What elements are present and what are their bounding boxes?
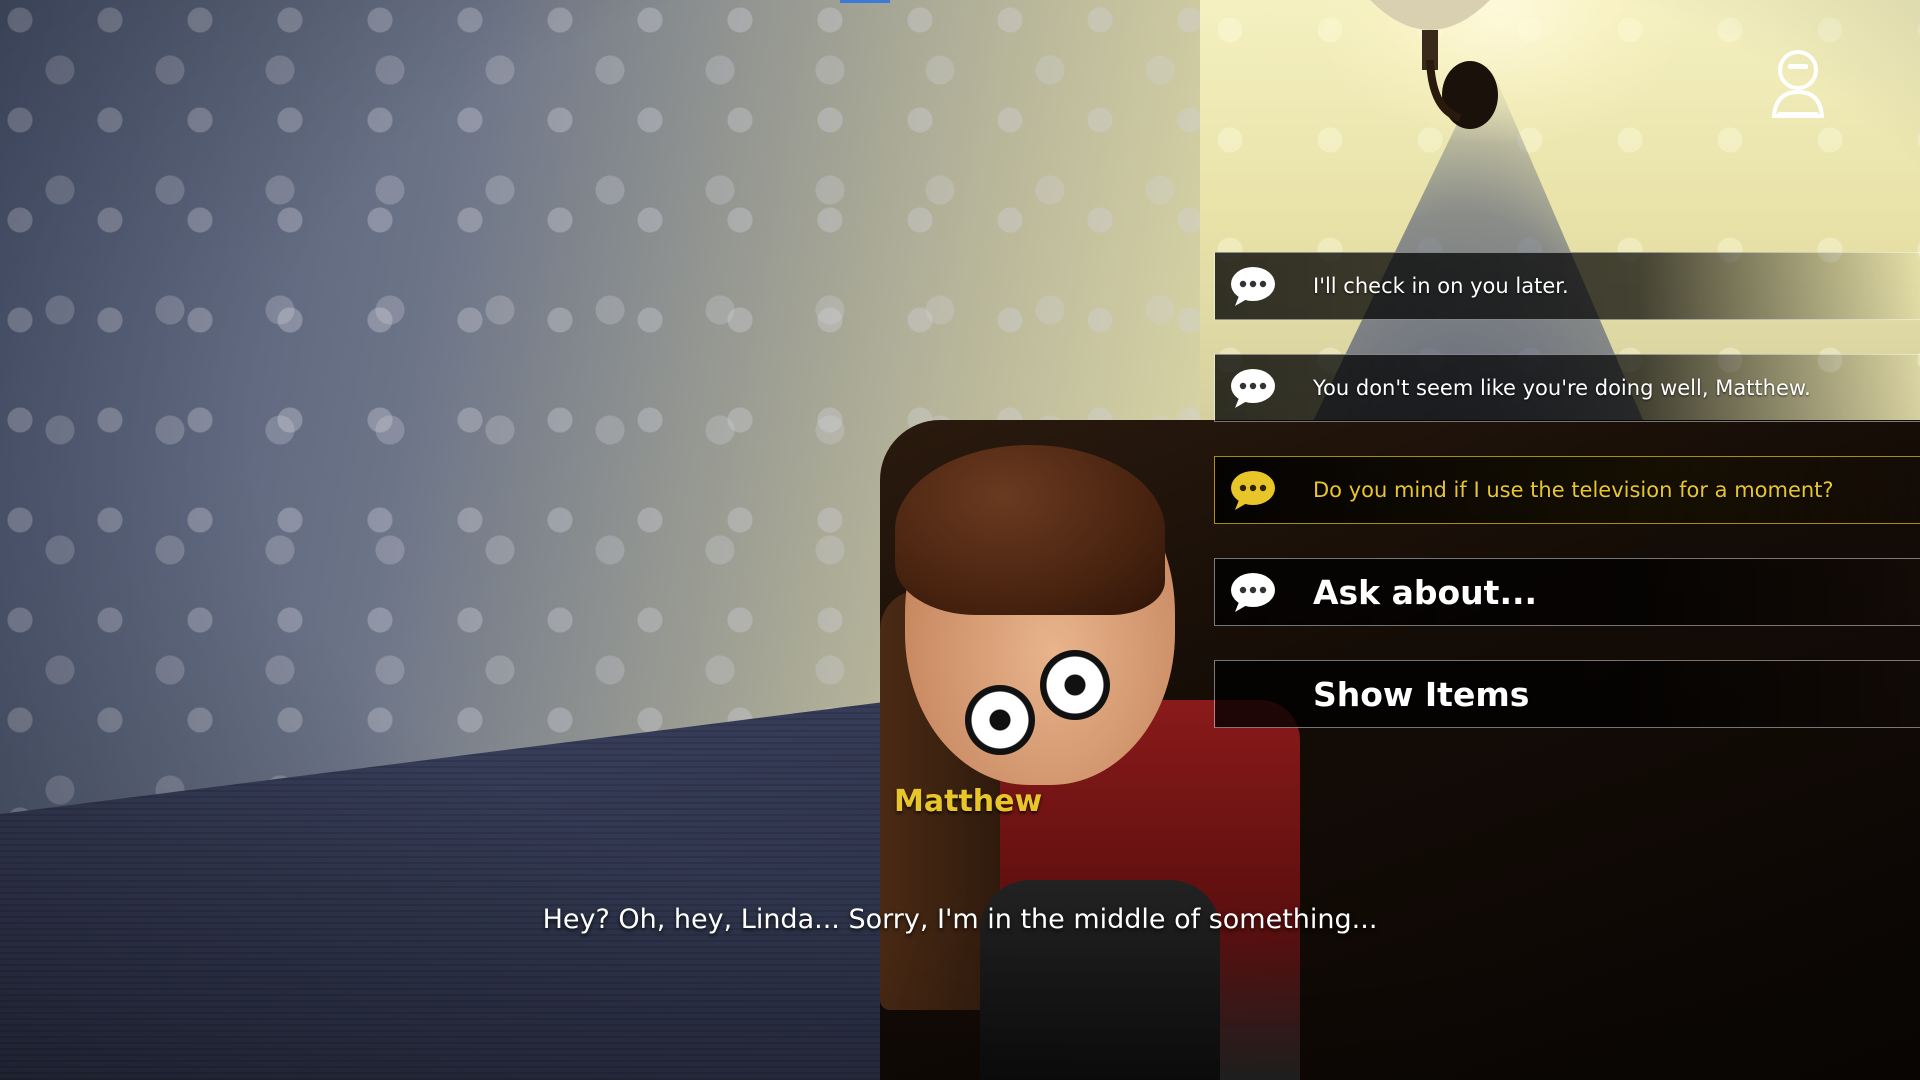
character-left-eye: [1040, 650, 1110, 720]
character-hair: [895, 445, 1165, 615]
wall-lamp: [1370, 0, 1498, 129]
character-profile-icon[interactable]: [1768, 48, 1828, 120]
top-loading-bar: [840, 0, 890, 3]
choice-label: I'll check in on you later.: [1313, 274, 1569, 298]
speech-bubble-icon: [1231, 573, 1275, 612]
dialogue-subtitle: Hey? Oh, hey, Linda... Sorry, I'm in the…: [542, 904, 1378, 935]
speech-bubble-icon: [1231, 267, 1275, 306]
speech-bubble-icon: [1231, 471, 1275, 510]
choice-label: Show Items: [1313, 674, 1530, 714]
choice-label: Ask about...: [1313, 572, 1538, 612]
choice-use-television[interactable]: Do you mind if I use the television for …: [1214, 456, 1920, 524]
choice-label: Do you mind if I use the television for …: [1313, 478, 1834, 502]
choice-not-doing-well[interactable]: You don't seem like you're doing well, M…: [1214, 354, 1920, 422]
dialogue-choices-menu: I'll check in on you later. You don't se…: [1214, 252, 1920, 762]
choice-check-in-later[interactable]: I'll check in on you later.: [1214, 252, 1920, 320]
character-right-eye: [965, 685, 1035, 755]
speaker-name: Matthew: [894, 784, 1043, 819]
speech-bubble-icon: [1231, 369, 1275, 408]
choice-label: You don't seem like you're doing well, M…: [1313, 376, 1811, 400]
choice-show-items[interactable]: Show Items: [1214, 660, 1920, 728]
choice-ask-about[interactable]: Ask about...: [1214, 558, 1920, 626]
